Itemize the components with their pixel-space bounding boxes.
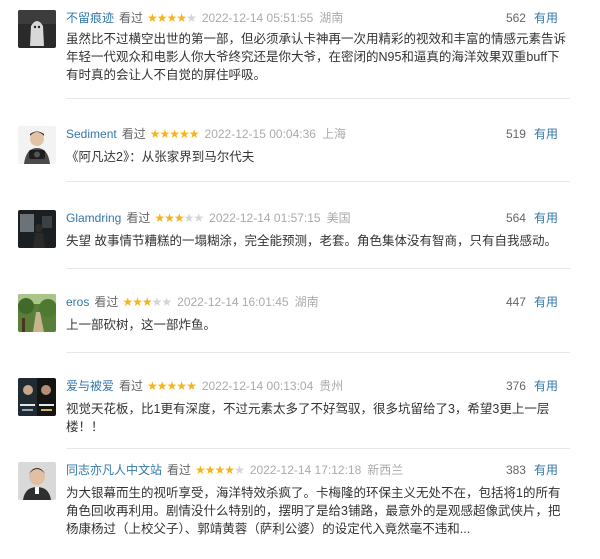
vote-count: 519 [505, 127, 526, 141]
watch-status: 看过 [126, 211, 151, 225]
review-location: 新西兰 [367, 463, 404, 477]
review-time[interactable]: 2022-12-14 17:12:18 [250, 463, 361, 477]
review-list: 不留痕迹 看过 ★★★★★ 2022-12-14 05:51:55 湖南 562 有用 虽… [0, 0, 600, 559]
useful-button[interactable]: 有用 [534, 463, 558, 477]
rating-stars: ★★★★★ [122, 295, 172, 309]
review-divider [66, 98, 570, 99]
watch-status: 看过 [119, 11, 144, 25]
rating-stars: ★★★★★ [195, 463, 245, 477]
review-divider [66, 352, 570, 353]
review-time[interactable]: 2022-12-14 00:13:04 [202, 379, 313, 393]
review-divider [66, 448, 570, 449]
review-content: 为大银幕而生的视听享受，海洋特效杀疯了。卡梅隆的环保主义无处不在，包括将1的所有… [66, 486, 561, 536]
dark-room-figure-avatar[interactable] [18, 210, 56, 248]
review-location: 湖南 [294, 295, 319, 309]
review-content: 虽然比不过横空出世的第一部，但必须承认卡神再一次用精彩的视效和丰富的情感元素告诉… [66, 32, 567, 82]
watch-status: 看过 [94, 295, 119, 309]
vote-area: 376 有用 [506, 378, 558, 394]
vote-count: 447 [505, 295, 526, 309]
vote-area: 519 有用 [506, 126, 558, 142]
review-username[interactable]: eros [66, 295, 89, 309]
movie-poster-avatar[interactable] [18, 378, 56, 416]
review-location: 贵州 [319, 379, 344, 393]
man-with-camera-avatar[interactable] [18, 126, 56, 164]
forest-path-avatar[interactable] [18, 294, 56, 332]
useful-button[interactable]: 有用 [534, 211, 558, 225]
review-username[interactable]: Glamdring [66, 211, 121, 225]
rating-stars: ★★★★★ [154, 211, 204, 225]
vote-count: 564 [505, 211, 526, 225]
vote-area: 383 有用 [506, 462, 558, 478]
review-time[interactable]: 2022-12-14 16:01:45 [177, 295, 288, 309]
vote-count: 383 [505, 463, 526, 477]
vote-count: 562 [505, 11, 526, 25]
review-username[interactable]: 同志亦凡人中文站 [66, 463, 162, 477]
review-location: 美国 [326, 211, 351, 225]
vote-count: 376 [505, 379, 526, 393]
review-username[interactable]: 不留痕迹 [66, 11, 114, 25]
review-content: 视觉天花板，比1更有深度，不过元素太多了不好驾驭，很多坑留给了3，希望3更上一层… [66, 402, 550, 434]
useful-button[interactable]: 有用 [534, 295, 558, 309]
review-time[interactable]: 2022-12-14 05:51:55 [202, 11, 313, 25]
rating-stars: ★★★★★ [149, 127, 200, 141]
man-portrait-avatar[interactable] [18, 462, 56, 500]
review-location: 湖南 [319, 11, 344, 25]
vote-area: 564 有用 [506, 210, 558, 226]
ghost-sheet-avatar[interactable] [18, 10, 56, 48]
vote-area: 562 有用 [506, 10, 558, 26]
review-username[interactable]: 爱与被爱 [66, 379, 114, 393]
review-content: 上一部砍树，这一部炸鱼。 [66, 318, 217, 332]
review-time[interactable]: 2022-12-14 01:57:15 [209, 211, 320, 225]
useful-button[interactable]: 有用 [534, 127, 558, 141]
review-divider [66, 181, 570, 182]
review-username[interactable]: Sediment [66, 127, 117, 141]
rating-stars: ★★★★★ [147, 11, 197, 25]
watch-status: 看过 [167, 463, 192, 477]
review-content: 失望 故事情节糟糕的一塌糊涂，完全能预测，老套。角色集体没有智商，只有自我感动。 [66, 234, 557, 248]
review-divider [66, 268, 570, 269]
review-location: 上海 [321, 127, 346, 141]
watch-status: 看过 [119, 379, 144, 393]
watch-status: 看过 [121, 127, 146, 141]
useful-button[interactable]: 有用 [534, 11, 558, 25]
useful-button[interactable]: 有用 [534, 379, 558, 393]
review-content: 《阿凡达2》：从张家界到马尔代夫 [66, 150, 255, 164]
review-time[interactable]: 2022-12-15 00:04:36 [205, 127, 316, 141]
rating-stars: ★★★★★ [147, 379, 197, 393]
vote-area: 447 有用 [506, 294, 558, 310]
